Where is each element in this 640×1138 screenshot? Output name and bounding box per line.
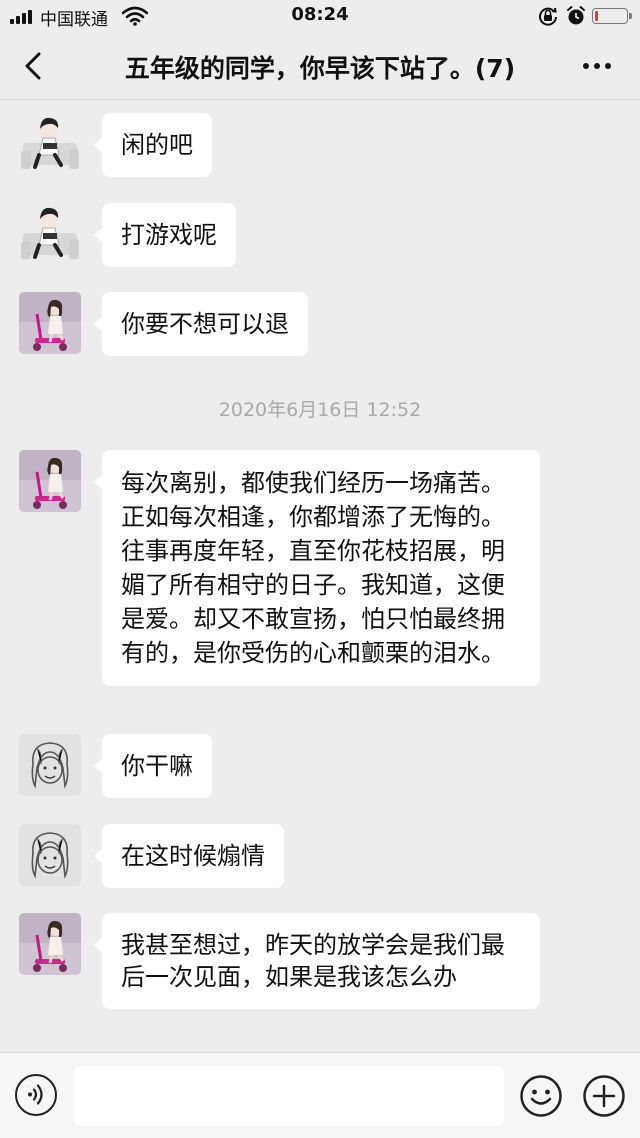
message-timestamp: 2020年6月16日 12:52 <box>218 399 422 421</box>
chat-header: 五年级的同学，你早该下站了。(7) <box>0 32 640 100</box>
chat-title: 五年级的同学，你早该下站了。(7) <box>124 54 516 83</box>
avatar[interactable] <box>19 824 81 886</box>
message-text: 每次离别，都使我们经历一场痛苦。正如每次相逢，你都增添了无悔的。往事再度年轻，直… <box>121 469 505 667</box>
chevron-left-icon <box>25 52 41 80</box>
smiley-face-icon <box>520 1075 562 1117</box>
message-bubble[interactable]: 我甚至想过，昨天的放学会是我们最后一次见面，如果是我该怎么办 <box>94 913 540 1009</box>
message-bubble[interactable]: 打游戏呢 <box>94 203 236 267</box>
voice-icon <box>28 1084 43 1105</box>
avatar[interactable] <box>19 292 81 354</box>
more-options-button[interactable] <box>574 48 620 84</box>
message-bubble[interactable]: 闲的吧 <box>94 113 212 177</box>
message-text: 在这时候煽情 <box>121 842 265 870</box>
status-bar: 中国联通 08:24 <box>0 0 640 32</box>
more-dot-icon <box>594 63 600 69</box>
avatar[interactable] <box>19 450 81 512</box>
message-bubble[interactable]: 每次离别，都使我们经历一场痛苦。正如每次相逢，你都增添了无悔的。往事再度年轻，直… <box>94 450 540 686</box>
message-text: 闲的吧 <box>121 131 193 159</box>
sketch-face-avatar <box>19 824 81 886</box>
message-text: 你要不想可以退 <box>121 310 289 338</box>
emoji-button[interactable] <box>519 1074 563 1118</box>
message-text: 我甚至想过，昨天的放学会是我们最后一次见面，如果是我该怎么办 <box>121 931 505 991</box>
message-text: 打游戏呢 <box>121 221 217 249</box>
battery-level-fill <box>595 11 598 21</box>
rotation-lock-icon <box>539 7 557 26</box>
message-input[interactable] <box>74 1066 504 1126</box>
battery-icon <box>592 8 632 24</box>
input-bar <box>0 1052 640 1138</box>
boy-reading-avatar <box>19 203 81 265</box>
message-bubble[interactable]: 你干嘛 <box>94 734 212 798</box>
girl-scooter-avatar <box>19 450 81 512</box>
boy-reading-avatar <box>19 113 81 175</box>
sketch-face-avatar <box>19 734 81 796</box>
voice-input-button[interactable] <box>15 1074 57 1116</box>
avatar[interactable] <box>19 113 81 175</box>
more-dot-icon <box>605 63 611 69</box>
message-bubble[interactable]: 你要不想可以退 <box>94 292 308 356</box>
more-dot-icon <box>583 63 589 69</box>
avatar[interactable] <box>19 734 81 796</box>
plus-circle-icon <box>583 1075 625 1117</box>
avatar[interactable] <box>19 203 81 265</box>
back-button[interactable] <box>14 46 54 86</box>
alarm-icon <box>567 6 585 25</box>
avatar[interactable] <box>19 913 81 975</box>
message-bubble[interactable]: 在这时候煽情 <box>94 824 284 888</box>
girl-scooter-avatar <box>19 913 81 975</box>
girl-scooter-avatar <box>19 292 81 354</box>
message-text: 你干嘛 <box>121 752 193 780</box>
more-functions-button[interactable] <box>582 1074 626 1118</box>
